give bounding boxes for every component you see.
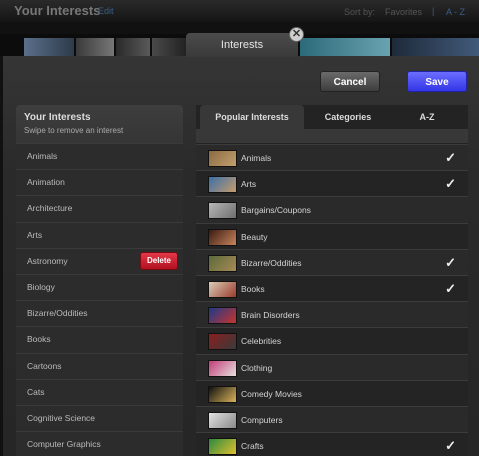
- list-item-label: Architecture: [27, 203, 73, 214]
- page-title: Your Interests: [14, 3, 101, 18]
- list-item-label: Cartoons: [27, 360, 62, 371]
- table-row[interactable]: Books ✓: [196, 274, 468, 302]
- interest-tabs: Popular Interests Categories A-Z: [196, 105, 468, 130]
- interest-thumbnail: [208, 411, 237, 429]
- your-interests-subheading: Swipe to remove an interest: [24, 126, 124, 135]
- your-interests-panel: Your Interests Swipe to remove an intere…: [16, 105, 183, 456]
- interest-label: Animals: [241, 153, 272, 163]
- interest-thumbnail: [208, 385, 237, 403]
- delete-button[interactable]: Delete: [140, 251, 178, 270]
- sort-separator: |: [432, 6, 435, 16]
- interest-thumbnail: [208, 280, 237, 298]
- list-item[interactable]: Computer Graphics: [16, 431, 183, 456]
- interest-label: Computers: [241, 414, 283, 425]
- table-row[interactable]: Comedy Movies: [196, 379, 468, 406]
- checkmark-icon: ✓: [445, 150, 456, 165]
- list-item[interactable]: Animals: [16, 143, 183, 170]
- tab-categories[interactable]: Categories: [308, 105, 388, 130]
- interest-label: Arts: [241, 179, 257, 190]
- interest-label: Beauty: [241, 231, 268, 242]
- edit-link[interactable]: Edit: [98, 6, 114, 16]
- interest-label: Clothing: [241, 362, 273, 373]
- interest-thumbnail: [208, 359, 237, 377]
- list-item-label: Animals: [27, 151, 58, 161]
- list-item-label: Astronomy: [27, 255, 68, 266]
- interest-thumbnail: [208, 254, 237, 272]
- interest-thumbnail: [208, 150, 237, 167]
- list-item-label: Cognitive Science: [27, 412, 96, 423]
- close-icon[interactable]: ✕: [289, 27, 304, 42]
- list-item-label: Animation: [27, 177, 65, 188]
- list-item-label: Bizarre/Oddities: [27, 308, 88, 319]
- list-item[interactable]: Architecture: [16, 195, 183, 222]
- interest-label: Books: [241, 283, 265, 294]
- tab-a-z[interactable]: A-Z: [392, 105, 462, 130]
- list-item[interactable]: Biology: [16, 273, 183, 301]
- list-item[interactable]: Bizarre/Oddities: [16, 300, 183, 327]
- your-interests-header: Your Interests Swipe to remove an intere…: [16, 105, 183, 143]
- modal-title: Interests: [220, 39, 264, 51]
- table-row[interactable]: Celebrities: [196, 327, 468, 354]
- table-row[interactable]: Brain Disorders: [196, 301, 468, 328]
- interest-label: Brain Disorders: [241, 310, 300, 321]
- interest-thumbnail: [208, 202, 237, 220]
- list-item[interactable]: Arts: [16, 221, 183, 248]
- interest-label: Bizarre/Oddities: [241, 257, 302, 268]
- table-row[interactable]: Computers: [196, 405, 468, 433]
- list-item-label: Arts: [27, 229, 43, 240]
- interest-label: Comedy Movies: [241, 388, 302, 399]
- checkmark-icon: ✓: [445, 176, 456, 192]
- your-interests-list: Animals Animation Architecture Arts Astr…: [16, 143, 183, 456]
- interest-thumbnail: [208, 307, 237, 325]
- tab-popular-interests[interactable]: Popular Interests: [200, 105, 304, 130]
- interest-label: Crafts: [241, 441, 264, 452]
- interest-label: Celebrities: [241, 336, 282, 347]
- checkmark-icon: ✓: [445, 254, 456, 270]
- interest-thumbnail: [208, 333, 237, 351]
- app-header: Your Interests Edit Sort by: Favorites |…: [0, 0, 479, 22]
- list-item[interactable]: Astronomy Delete: [16, 247, 183, 274]
- checkmark-icon: ✓: [445, 280, 456, 296]
- list-item-label: Books: [27, 334, 51, 345]
- browse-interests-panel: Popular Interests Categories A-Z Animals…: [196, 105, 468, 456]
- table-row[interactable]: Bargains/Coupons: [196, 196, 468, 223]
- list-item-label: Cats: [27, 386, 45, 397]
- sort-favorites-link[interactable]: Favorites: [385, 7, 422, 17]
- list-item[interactable]: Animation: [16, 169, 183, 196]
- table-row[interactable]: Animals ✓: [196, 144, 468, 171]
- list-item-label: Computer Graphics: [27, 439, 101, 450]
- sort-by-label: Sort by:: [344, 7, 376, 17]
- table-row[interactable]: Clothing: [196, 353, 468, 380]
- table-row[interactable]: Bizarre/Oddities ✓: [196, 248, 468, 275]
- interest-thumbnail: [208, 176, 237, 194]
- interest-thumbnail: [208, 228, 237, 246]
- interest-label: Bargains/Coupons: [241, 205, 311, 216]
- sort-az-link[interactable]: A - Z: [446, 7, 465, 17]
- table-row[interactable]: Beauty: [196, 222, 468, 249]
- popular-interests-list: Animals ✓ Arts ✓ Bargains/Coupons Beauty Bizar…: [196, 144, 468, 456]
- checkmark-icon: ✓: [445, 438, 456, 454]
- list-item[interactable]: Books: [16, 326, 183, 353]
- list-item[interactable]: Cognitive Science: [16, 404, 183, 432]
- list-item[interactable]: Cats: [16, 378, 183, 405]
- cancel-button[interactable]: Cancel: [320, 71, 380, 92]
- table-row[interactable]: Arts ✓: [196, 170, 468, 197]
- interest-thumbnail: [208, 438, 237, 456]
- list-item-label: Biology: [27, 281, 55, 292]
- your-interests-heading: Your Interests: [24, 112, 91, 123]
- tab-underline: [196, 129, 468, 143]
- save-button[interactable]: Save: [407, 71, 467, 92]
- table-row[interactable]: Crafts ✓: [196, 432, 468, 456]
- list-item[interactable]: Cartoons: [16, 352, 183, 379]
